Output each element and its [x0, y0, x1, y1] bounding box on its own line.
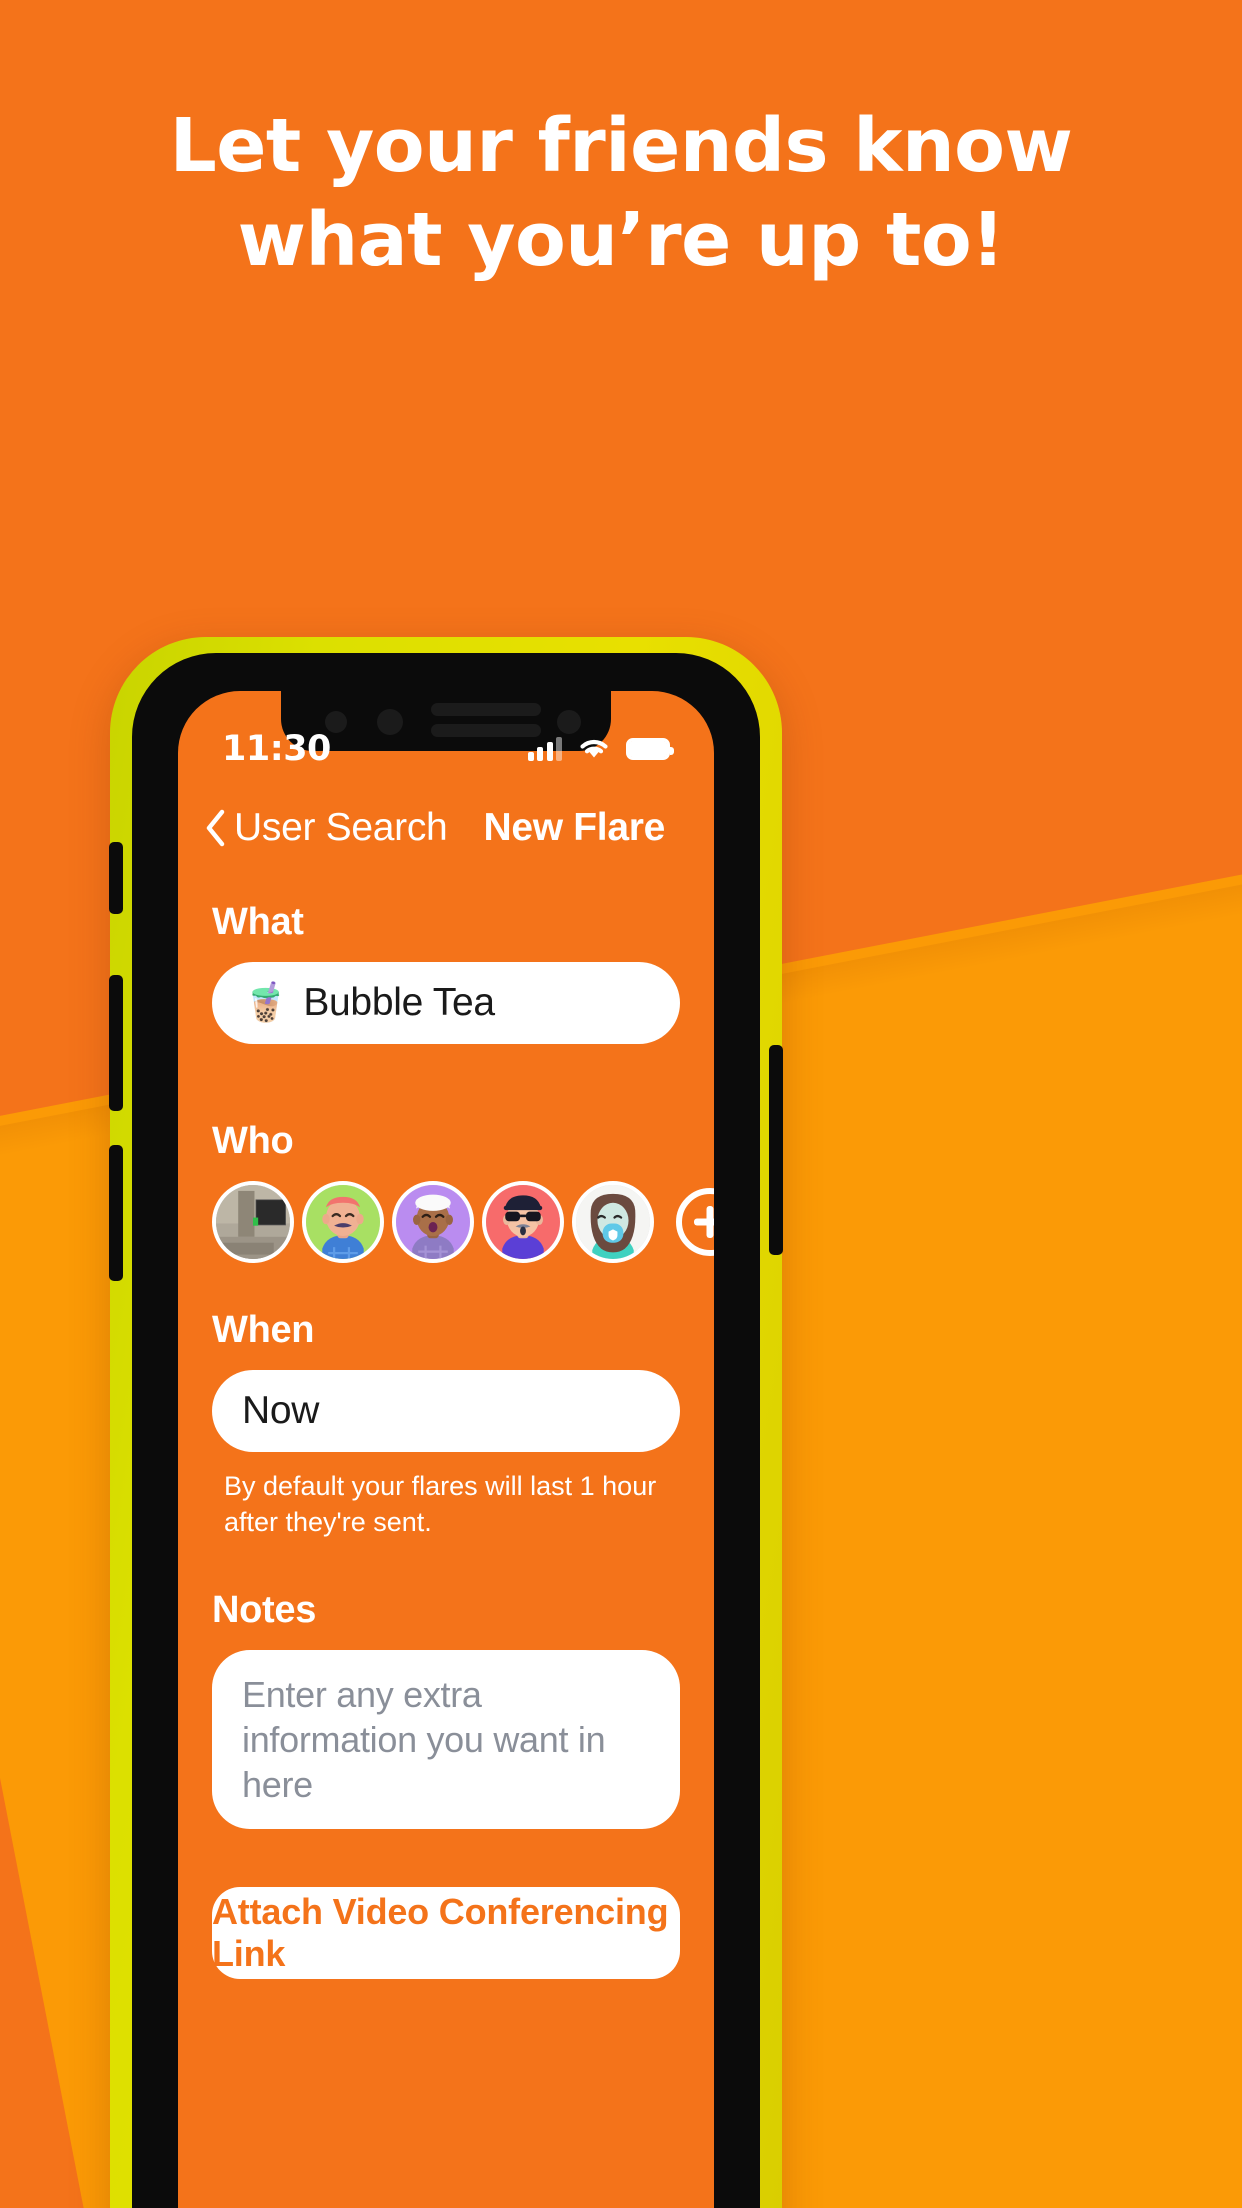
battery-icon: [626, 738, 674, 760]
signal-icon: [527, 737, 562, 761]
when-helper-text: By default your flares will last 1 hour …: [224, 1471, 657, 1538]
what-section: What 🧋 Bubble Tea: [212, 901, 680, 1044]
promo-headline: Let your friends know what you’re up to!: [169, 103, 1073, 283]
avatar-white[interactable]: [572, 1181, 654, 1263]
status-bar: 11:30: [178, 717, 714, 781]
phone-volume-up-button[interactable]: [109, 975, 123, 1111]
notes-section: Notes Enter any extra information you wa…: [212, 1589, 680, 1829]
phone-body: 11:30 User Search New Flare What 🧋 Bubbl…: [132, 653, 760, 2208]
who-section: Who: [212, 1120, 714, 1263]
when-value: Now: [242, 1389, 320, 1432]
chevron-left-icon: [204, 809, 226, 847]
bubble-tea-emoji-icon: 🧋: [242, 982, 290, 1024]
attach-video-link-label: Attach Video Conferencing Link: [212, 1890, 669, 1974]
earpiece-speaker-icon: [431, 703, 541, 716]
back-button-label: User Search: [234, 806, 448, 849]
new-flare-form: What 🧋 Bubble Tea Who When Now By defaul…: [178, 887, 714, 2208]
when-input[interactable]: Now: [212, 1370, 680, 1452]
battery-fill: [629, 741, 667, 757]
phone-screen: 11:30 User Search New Flare What 🧋 Bubbl…: [178, 691, 714, 2208]
avatar-purple[interactable]: [392, 1181, 474, 1263]
when-label: When: [212, 1309, 315, 1351]
what-input[interactable]: 🧋 Bubble Tea: [212, 962, 680, 1044]
phone-mute-switch[interactable]: [109, 842, 123, 914]
notes-placeholder: Enter any extra information you want in …: [242, 1673, 606, 1805]
when-section: When Now By default your flares will las…: [212, 1309, 680, 1541]
wifi-icon: [578, 737, 610, 761]
phone-mockup: 11:30 User Search New Flare What 🧋 Bubbl…: [109, 637, 783, 2208]
what-label: What: [212, 901, 304, 943]
page-title: New Flare: [483, 806, 665, 849]
avatar-row: [212, 1181, 714, 1263]
add-person-button[interactable]: [676, 1188, 714, 1256]
avatar-green[interactable]: [302, 1181, 384, 1263]
status-time: 11:30: [222, 729, 331, 769]
notes-input[interactable]: Enter any extra information you want in …: [212, 1649, 680, 1829]
avatar-red[interactable]: [482, 1181, 564, 1263]
avatar-photo[interactable]: [212, 1181, 294, 1263]
what-value: Bubble Tea: [303, 981, 495, 1024]
phone-volume-down-button[interactable]: [109, 1145, 123, 1281]
status-icons: [527, 737, 674, 761]
notes-label: Notes: [212, 1588, 317, 1631]
attach-video-link-button[interactable]: Attach Video Conferencing Link: [212, 1886, 680, 1979]
who-label: Who: [212, 1120, 294, 1162]
navigation-bar: User Search New Flare: [178, 789, 714, 867]
phone-power-button[interactable]: [769, 1045, 783, 1255]
back-button[interactable]: User Search: [204, 806, 448, 850]
